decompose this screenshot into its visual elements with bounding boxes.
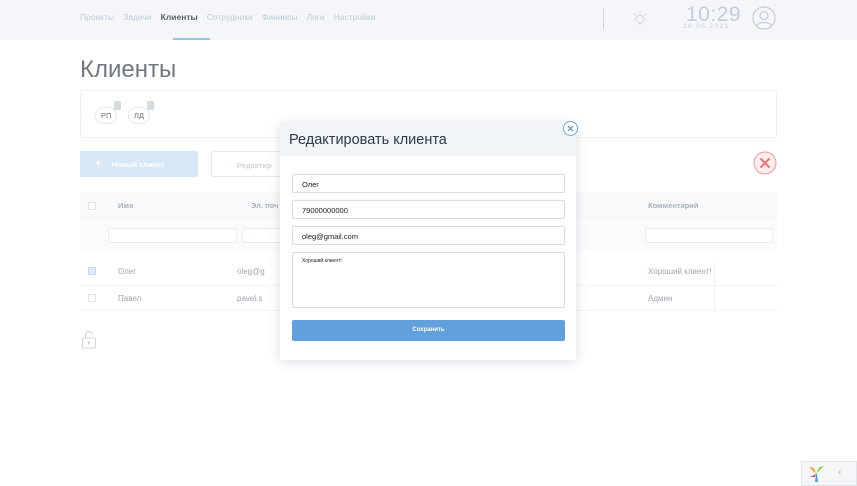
client-phone-field[interactable]: 79000000000: [292, 200, 565, 219]
save-button[interactable]: Сохранить: [292, 320, 565, 341]
chevron-left-icon[interactable]: ‹: [838, 467, 841, 478]
modal-header: Редактировать клиента: [280, 122, 576, 156]
debug-toolbar[interactable]: ‹: [801, 461, 857, 486]
client-email-field[interactable]: oleg@gmail.com: [292, 226, 565, 245]
edit-client-modal: Редактировать клиента Олег 79000000000 o…: [280, 121, 578, 360]
modal-title: Редактировать клиента: [289, 132, 447, 148]
yii-logo-icon[interactable]: [808, 465, 825, 483]
close-icon[interactable]: [563, 121, 578, 136]
client-comment-textarea[interactable]: Хороший клиент!: [292, 252, 565, 308]
client-name-field[interactable]: Олег: [292, 174, 565, 193]
